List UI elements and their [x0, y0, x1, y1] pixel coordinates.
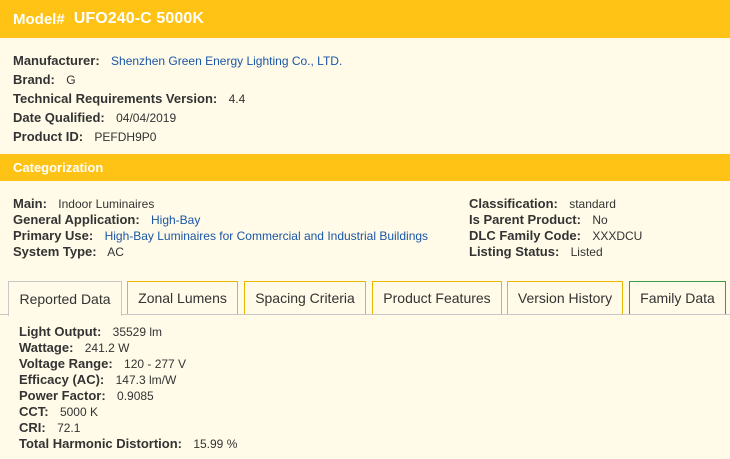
tab-version-history[interactable]: Version History: [507, 281, 623, 314]
reported-value: 147.3 lm/W: [115, 373, 177, 387]
reported-row: Voltage Range: 120 - 277 V: [19, 356, 237, 372]
cat-key: System Type:: [13, 244, 97, 259]
cat-value: XXXDCU: [592, 229, 643, 243]
general-application-link[interactable]: High-Bay: [151, 213, 200, 227]
reported-value: 15.99 %: [193, 437, 238, 451]
reported-row: Power Factor: 0.9085: [19, 388, 237, 404]
info-key: Technical Requirements Version:: [13, 91, 218, 106]
cat-key: Is Parent Product:: [469, 212, 581, 227]
cat-key: Primary Use:: [13, 228, 94, 243]
categorization-right: Classification: standard Is Parent Produ…: [469, 196, 642, 260]
categorization-left: Main: Indoor Luminaires General Applicat…: [13, 196, 428, 260]
cat-row-listing-status: Listing Status: Listed: [469, 244, 642, 260]
info-row-date-qualified: Date Qualified: 04/04/2019: [13, 109, 342, 128]
reported-row: Efficacy (AC): 147.3 lm/W: [19, 372, 237, 388]
detail-tabs: Reported Data Zonal Lumens Spacing Crite…: [0, 281, 730, 316]
info-row-manufacturer: Manufacturer: Shenzhen Green Energy Ligh…: [13, 52, 342, 71]
tab-product-features[interactable]: Product Features: [372, 281, 502, 314]
cat-row-family-code: DLC Family Code: XXXDCU: [469, 228, 642, 244]
reported-row: CRI: 72.1: [19, 420, 237, 436]
cat-value: Indoor Luminaires: [58, 197, 155, 211]
info-key: Date Qualified:: [13, 110, 105, 125]
manufacturer-link[interactable]: Shenzhen Green Energy Lighting Co., LTD.: [111, 54, 342, 68]
info-value: PEFDH9P0: [94, 130, 157, 144]
reported-value: 0.9085: [117, 389, 154, 403]
categorization-header: Categorization: [0, 154, 730, 181]
reported-value: 5000 K: [59, 405, 98, 419]
reported-value: 35529 lm: [112, 325, 163, 339]
reported-value: 241.2 W: [84, 341, 130, 355]
cat-value: standard: [569, 197, 616, 211]
cat-key: Main:: [13, 196, 47, 211]
reported-row: CCT: 5000 K: [19, 404, 237, 420]
model-number: UFO240-C 5000K: [73, 10, 205, 27]
info-value: 4.4: [228, 92, 246, 106]
reported-key: Light Output:: [19, 324, 102, 339]
cat-value: No: [592, 213, 608, 227]
reported-key: CCT:: [19, 404, 49, 419]
cat-key: Classification:: [469, 196, 558, 211]
cat-row-classification: Classification: standard: [469, 196, 642, 212]
info-key: Product ID:: [13, 129, 84, 144]
model-label: Model#: [13, 10, 65, 28]
cat-row-system-type: System Type: AC: [13, 244, 428, 260]
reported-key: Total Harmonic Distortion:: [19, 436, 182, 451]
cat-key: Listing Status:: [469, 244, 560, 259]
cat-row-main: Main: Indoor Luminaires: [13, 196, 428, 212]
product-info: Manufacturer: Shenzhen Green Energy Ligh…: [13, 52, 342, 147]
cat-key: DLC Family Code:: [469, 228, 581, 243]
cat-key: General Application:: [13, 212, 140, 227]
cat-row-general-application: General Application: High-Bay: [13, 212, 428, 228]
tab-spacing-criteria[interactable]: Spacing Criteria: [244, 281, 366, 314]
reported-value: 72.1: [57, 421, 81, 435]
reported-row: Wattage: 241.2 W: [19, 340, 237, 356]
reported-key: Voltage Range:: [19, 356, 113, 371]
info-key: Brand:: [13, 72, 55, 87]
categorization-title: Categorization: [13, 160, 104, 175]
reported-key: Power Factor:: [19, 388, 106, 403]
info-value: G: [66, 73, 76, 87]
reported-key: Efficacy (AC):: [19, 372, 105, 387]
info-row-brand: Brand: G: [13, 71, 342, 90]
cat-row-is-parent: Is Parent Product: No: [469, 212, 642, 228]
reported-key: CRI:: [19, 420, 46, 435]
reported-row: Light Output: 35529 lm: [19, 324, 237, 340]
reported-key: Wattage:: [19, 340, 74, 355]
model-header: Model# UFO240-C 5000K: [0, 0, 730, 38]
info-row-product-id: Product ID: PEFDH9P0: [13, 128, 342, 147]
cat-row-primary-use: Primary Use: High-Bay Luminaires for Com…: [13, 228, 428, 244]
reported-value: 120 - 277 V: [124, 357, 187, 371]
info-value: 04/04/2019: [116, 111, 177, 125]
info-key: Manufacturer:: [13, 53, 100, 68]
tab-family-data[interactable]: Family Data: [629, 281, 726, 314]
reported-row: Total Harmonic Distortion: 15.99 %: [19, 436, 237, 452]
reported-data-panel: Light Output: 35529 lm Wattage: 241.2 W …: [19, 324, 237, 452]
cat-value: AC: [107, 245, 124, 259]
tab-zonal-lumens[interactable]: Zonal Lumens: [127, 281, 238, 314]
primary-use-link[interactable]: High-Bay Luminaires for Commercial and I…: [105, 229, 428, 243]
tab-reported-data[interactable]: Reported Data: [8, 281, 122, 316]
info-row-tech-version: Technical Requirements Version: 4.4: [13, 90, 342, 109]
cat-value: Listed: [570, 245, 603, 259]
